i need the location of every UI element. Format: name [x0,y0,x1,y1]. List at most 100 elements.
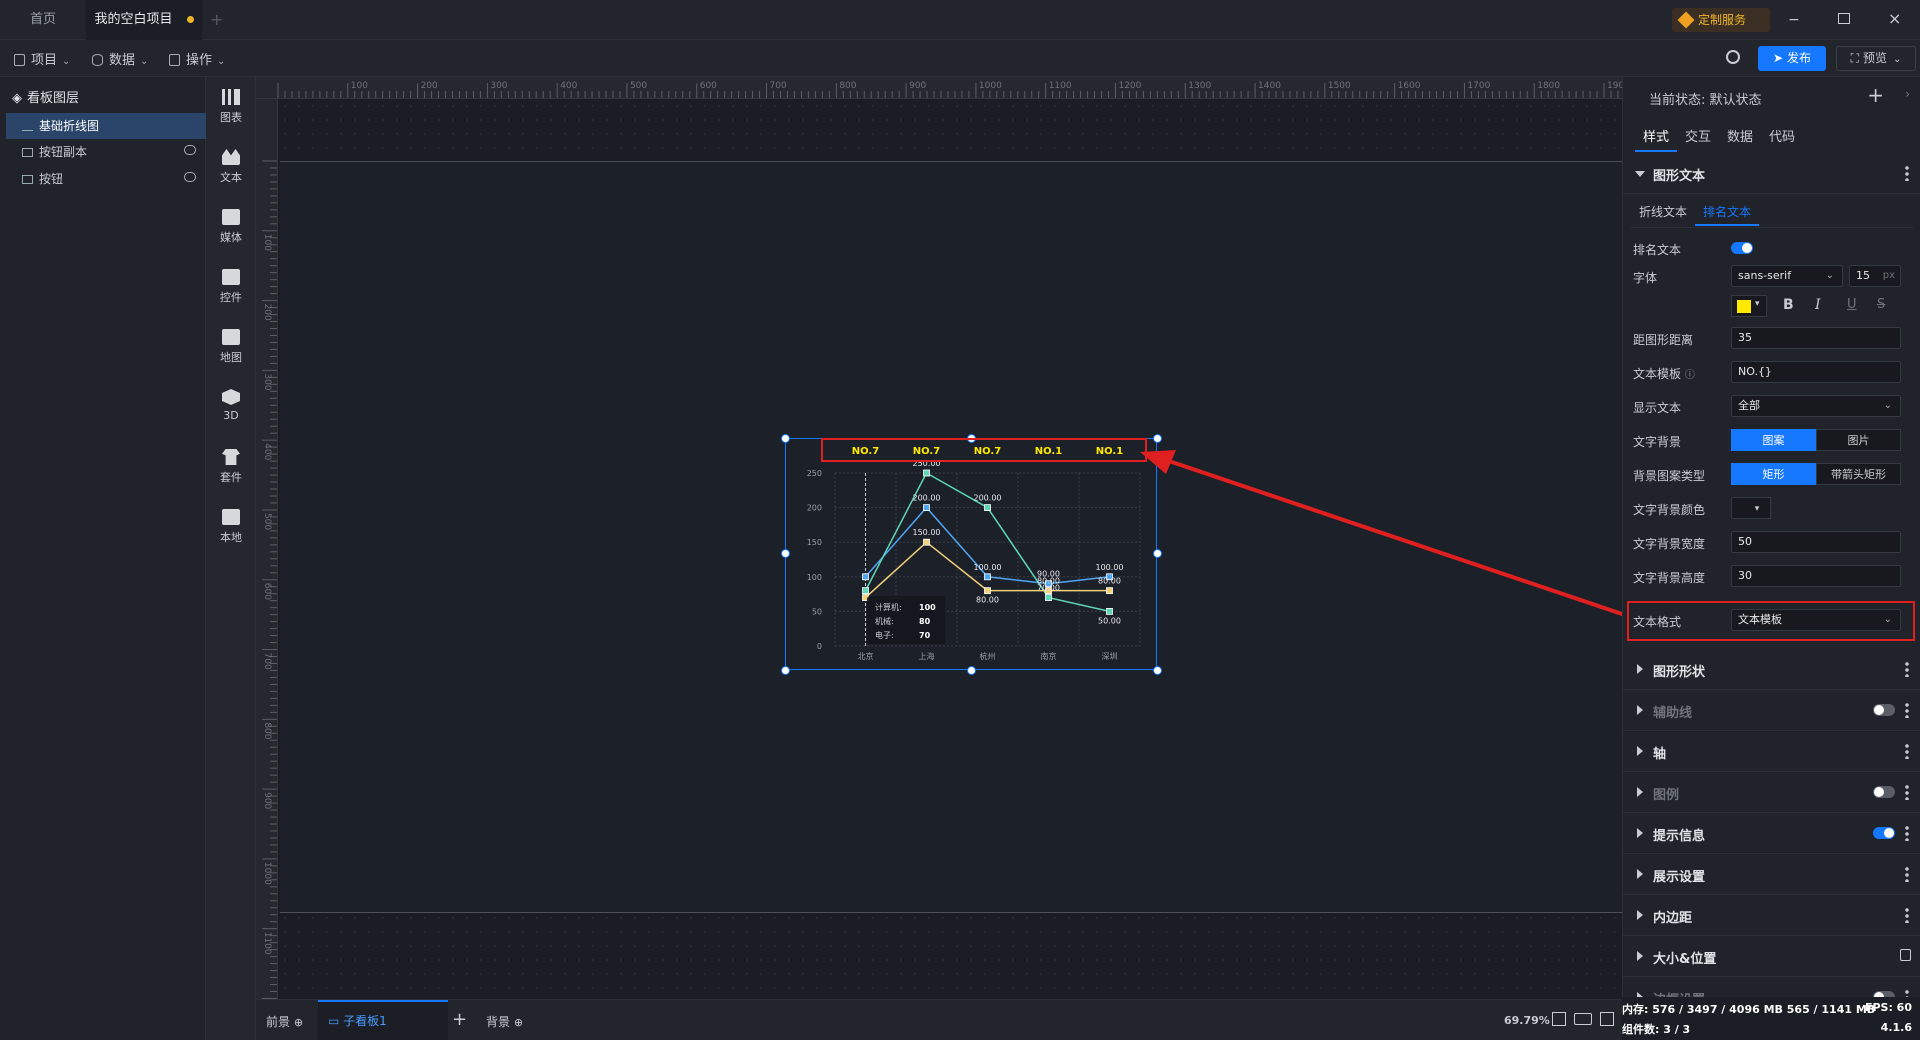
data-point[interactable] [923,504,930,511]
terminal-icon[interactable] [1600,1012,1614,1026]
underline-icon[interactable]: U [1847,297,1857,312]
section-6[interactable]: 内边距 [1623,896,1920,936]
font-size-input[interactable]: 15 px [1849,265,1901,287]
pattern-rect-option[interactable]: 矩形 [1731,463,1816,485]
keyboard-icon[interactable] [1574,1013,1592,1025]
data-point[interactable] [984,587,991,595]
data-point[interactable] [984,573,991,581]
data-point[interactable] [984,504,991,511]
more-icon[interactable] [1905,661,1909,677]
italic-icon[interactable]: I [1815,297,1821,313]
tab-data[interactable]: 数据 [1719,124,1761,152]
add-state-icon[interactable]: + [1867,83,1884,107]
pattern-arrow-rect-option[interactable]: 带箭头矩形 [1816,463,1901,485]
tab-home[interactable]: 首页 [0,0,86,40]
add-tab-icon[interactable]: + [210,10,223,29]
font-select[interactable]: sans-serif ⌄ [1731,265,1843,287]
sub-board-tab[interactable]: ▭ 子看板1 [318,1000,448,1040]
component-kit[interactable]: 套件 [206,449,256,485]
rank-text-toggle[interactable] [1731,242,1753,254]
layer-item[interactable]: 基础折线图 [6,113,206,139]
show-text-select[interactable]: 全部 ⌄ [1731,395,1901,417]
add-circle-icon[interactable]: ⊕ [294,1016,303,1029]
add-circle-icon[interactable]: ⊕ [514,1016,523,1029]
template-input[interactable]: NO.{} [1731,361,1901,383]
lock-icon[interactable] [1900,949,1911,961]
ruler-label: 500 [630,81,647,91]
subtab-rank-text[interactable]: 排名文本 [1695,198,1760,226]
section-1[interactable]: 辅助线 [1623,691,1920,731]
eye-hidden-icon[interactable] [184,172,196,182]
section-toggle[interactable] [1873,786,1895,798]
section-toggle[interactable] [1873,704,1895,716]
more-icon[interactable] [1905,989,1909,997]
section-0[interactable]: 图形形状 [1623,650,1920,690]
section-7[interactable]: 大小&位置 [1623,937,1920,977]
custom-service-button[interactable]: 定制服务 [1672,8,1770,32]
section-graphic-text[interactable]: 图形文本 [1623,154,1920,194]
section-5[interactable]: 展示设置 [1623,855,1920,895]
bold-icon[interactable]: B [1783,297,1794,313]
publish-button[interactable]: ➤ 发布 [1758,46,1826,71]
layer-item[interactable]: 按钮 [6,166,206,192]
fit-screen-icon[interactable] [1552,1012,1566,1026]
data-point[interactable] [1045,594,1052,601]
data-point[interactable] [923,538,930,546]
background-tab[interactable]: 背景 ⊕ [486,1013,523,1030]
menu-operate[interactable]: 操作 ⌄ [169,49,225,68]
component-text[interactable]: 文本 [206,149,256,185]
help-icon[interactable]: ⓘ [1685,370,1695,381]
restore-icon[interactable] [1838,13,1850,24]
chevron-right-icon[interactable]: › [1905,87,1910,101]
menu-project[interactable]: 项目 ⌄ [14,49,70,68]
data-point[interactable] [862,587,869,595]
minimize-icon[interactable]: − [1788,12,1800,28]
component-chart[interactable]: 图表 [206,89,256,125]
component-local[interactable]: 本地 [206,509,256,545]
component-media[interactable]: 媒体 [206,209,256,245]
more-icon[interactable] [1905,866,1909,882]
data-point[interactable] [1106,587,1113,595]
menu-data[interactable]: 数据 ⌄ [92,49,148,68]
section-3[interactable]: 图例 [1623,773,1920,813]
section-8[interactable]: 边框设置 [1623,978,1920,997]
section-toggle[interactable] [1873,827,1895,839]
section-2[interactable]: 轴 [1623,732,1920,772]
zoom-level[interactable]: 69.79% [1504,1014,1550,1027]
component-control[interactable]: 控件 [206,269,256,305]
tab-project[interactable]: 我的空白项目 [86,0,202,40]
data-point[interactable] [923,469,930,477]
data-point[interactable] [862,573,869,581]
more-icon[interactable] [1905,165,1909,181]
bg-color-picker[interactable]: ▾ [1731,497,1771,519]
close-icon[interactable]: × [1888,9,1901,28]
tab-style[interactable]: 样式 [1635,124,1678,152]
text-bg-image-option[interactable]: 图片 [1816,429,1901,451]
search-icon[interactable] [1726,50,1740,64]
more-icon[interactable] [1905,784,1909,800]
component-map[interactable]: 地图 [206,329,256,365]
subtab-line-text[interactable]: 折线文本 [1631,198,1695,226]
bg-height-input[interactable]: 30 [1731,565,1901,587]
preview-button[interactable]: ⛶ 预览 ⌄ [1836,46,1916,71]
font-color-picker[interactable]: ▾ [1731,295,1767,317]
layer-item[interactable]: 按钮副本 [6,139,206,165]
text-bg-pattern-option[interactable]: 图案 [1731,429,1816,451]
distance-input[interactable]: 35 [1731,327,1901,349]
more-icon[interactable] [1905,907,1909,923]
add-board-icon[interactable]: + [452,1009,467,1030]
text-format-select[interactable]: 文本模板 ⌄ [1731,609,1901,631]
more-icon[interactable] [1905,702,1909,718]
strikethrough-icon[interactable]: S [1877,297,1885,312]
foreground-tab[interactable]: 前景 ⊕ [266,1013,303,1030]
tab-code[interactable]: 代码 [1761,124,1803,152]
eye-hidden-icon[interactable] [184,145,196,155]
more-icon[interactable] [1905,825,1909,841]
section-4[interactable]: 提示信息 [1623,814,1920,854]
more-icon[interactable] [1905,743,1909,759]
component-3d[interactable]: 3D [206,389,256,422]
tooltip-value: 80 [919,617,931,626]
data-point[interactable] [1106,607,1113,615]
tab-interaction[interactable]: 交互 [1677,124,1719,152]
bg-width-input[interactable]: 50 [1731,531,1901,553]
